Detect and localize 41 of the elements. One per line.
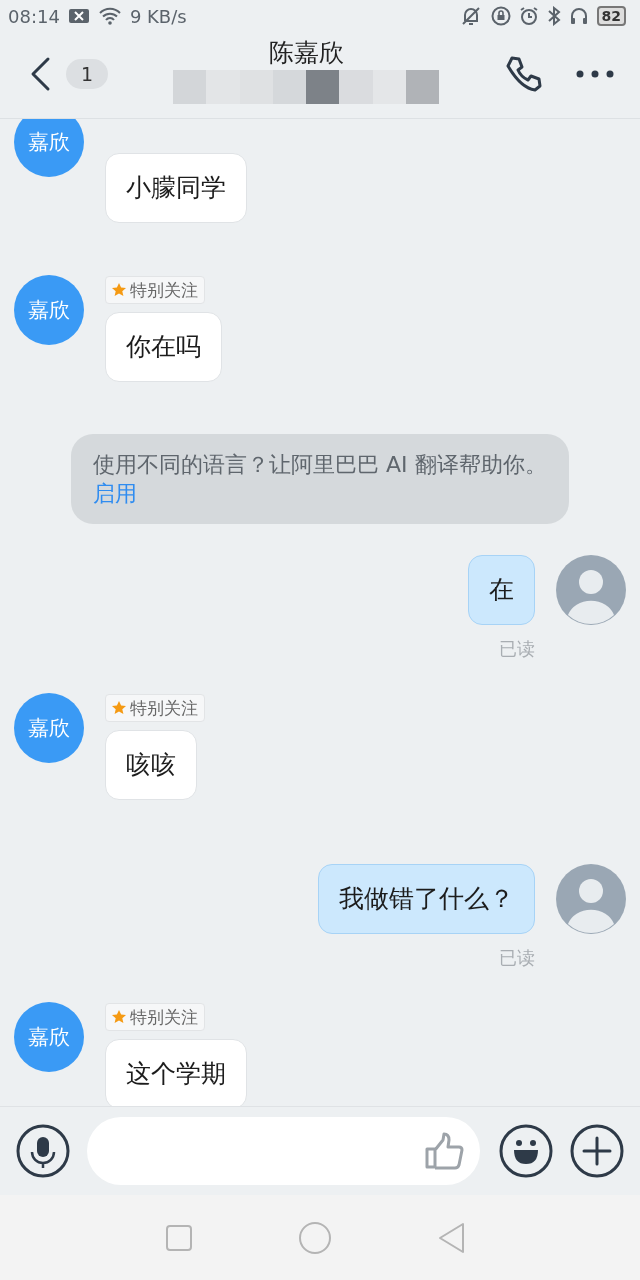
thumbs-up-icon[interactable] (424, 1132, 464, 1170)
contact-avatar[interactable]: 嘉欣 (14, 1002, 84, 1072)
voice-button[interactable] (16, 1124, 70, 1178)
battery-level: 82 (596, 6, 626, 26)
bluetooth-icon (546, 6, 561, 26)
message-bubble: 我做错了什么？ (318, 864, 535, 934)
unread-count-badge: 1 (66, 59, 108, 89)
message-bubble: 你在吗 (105, 312, 222, 382)
read-status: 已读 (499, 946, 535, 970)
add-button[interactable] (570, 1124, 624, 1178)
network-speed: 9 KB/s (129, 5, 187, 27)
emoji-button[interactable] (499, 1124, 553, 1178)
translation-notice: 使用不同的语言？让阿里巴巴 AI 翻译帮助你。 启用 (71, 434, 569, 524)
star-icon (111, 282, 127, 298)
status-time: 08:14 (8, 5, 60, 27)
contact-avatar[interactable]: 嘉欣 (14, 275, 84, 345)
alarm-icon (518, 6, 539, 26)
call-button[interactable] (504, 54, 544, 94)
recent-apps-button[interactable] (164, 1223, 193, 1252)
message-icon (67, 8, 90, 24)
chat-title: 陈嘉欣 (268, 38, 344, 68)
message-bubble: 咳咳 (105, 730, 197, 800)
home-button[interactable] (298, 1220, 332, 1255)
user-avatar[interactable] (556, 555, 626, 625)
message-bubble: 这个学期 (105, 1039, 247, 1106)
more-button[interactable] (576, 69, 614, 79)
star-icon (111, 1009, 127, 1025)
special-follow-tag: 特别关注 (105, 694, 205, 722)
headphones-icon (568, 6, 589, 26)
message-bubble: 小朦同学 (105, 153, 247, 223)
contact-avatar[interactable]: 嘉欣 (14, 119, 84, 177)
read-status: 已读 (499, 637, 535, 661)
special-follow-tag: 特别关注 (105, 1003, 205, 1031)
enable-link[interactable]: 启用 (93, 481, 137, 506)
special-follow-tag: 特别关注 (105, 276, 205, 304)
message-bubble: 在 (468, 555, 535, 625)
lock-rotation-icon (490, 6, 511, 26)
contact-avatar[interactable]: 嘉欣 (14, 693, 84, 763)
wifi-icon (97, 7, 122, 25)
user-avatar[interactable] (556, 864, 626, 934)
star-icon (111, 700, 127, 716)
